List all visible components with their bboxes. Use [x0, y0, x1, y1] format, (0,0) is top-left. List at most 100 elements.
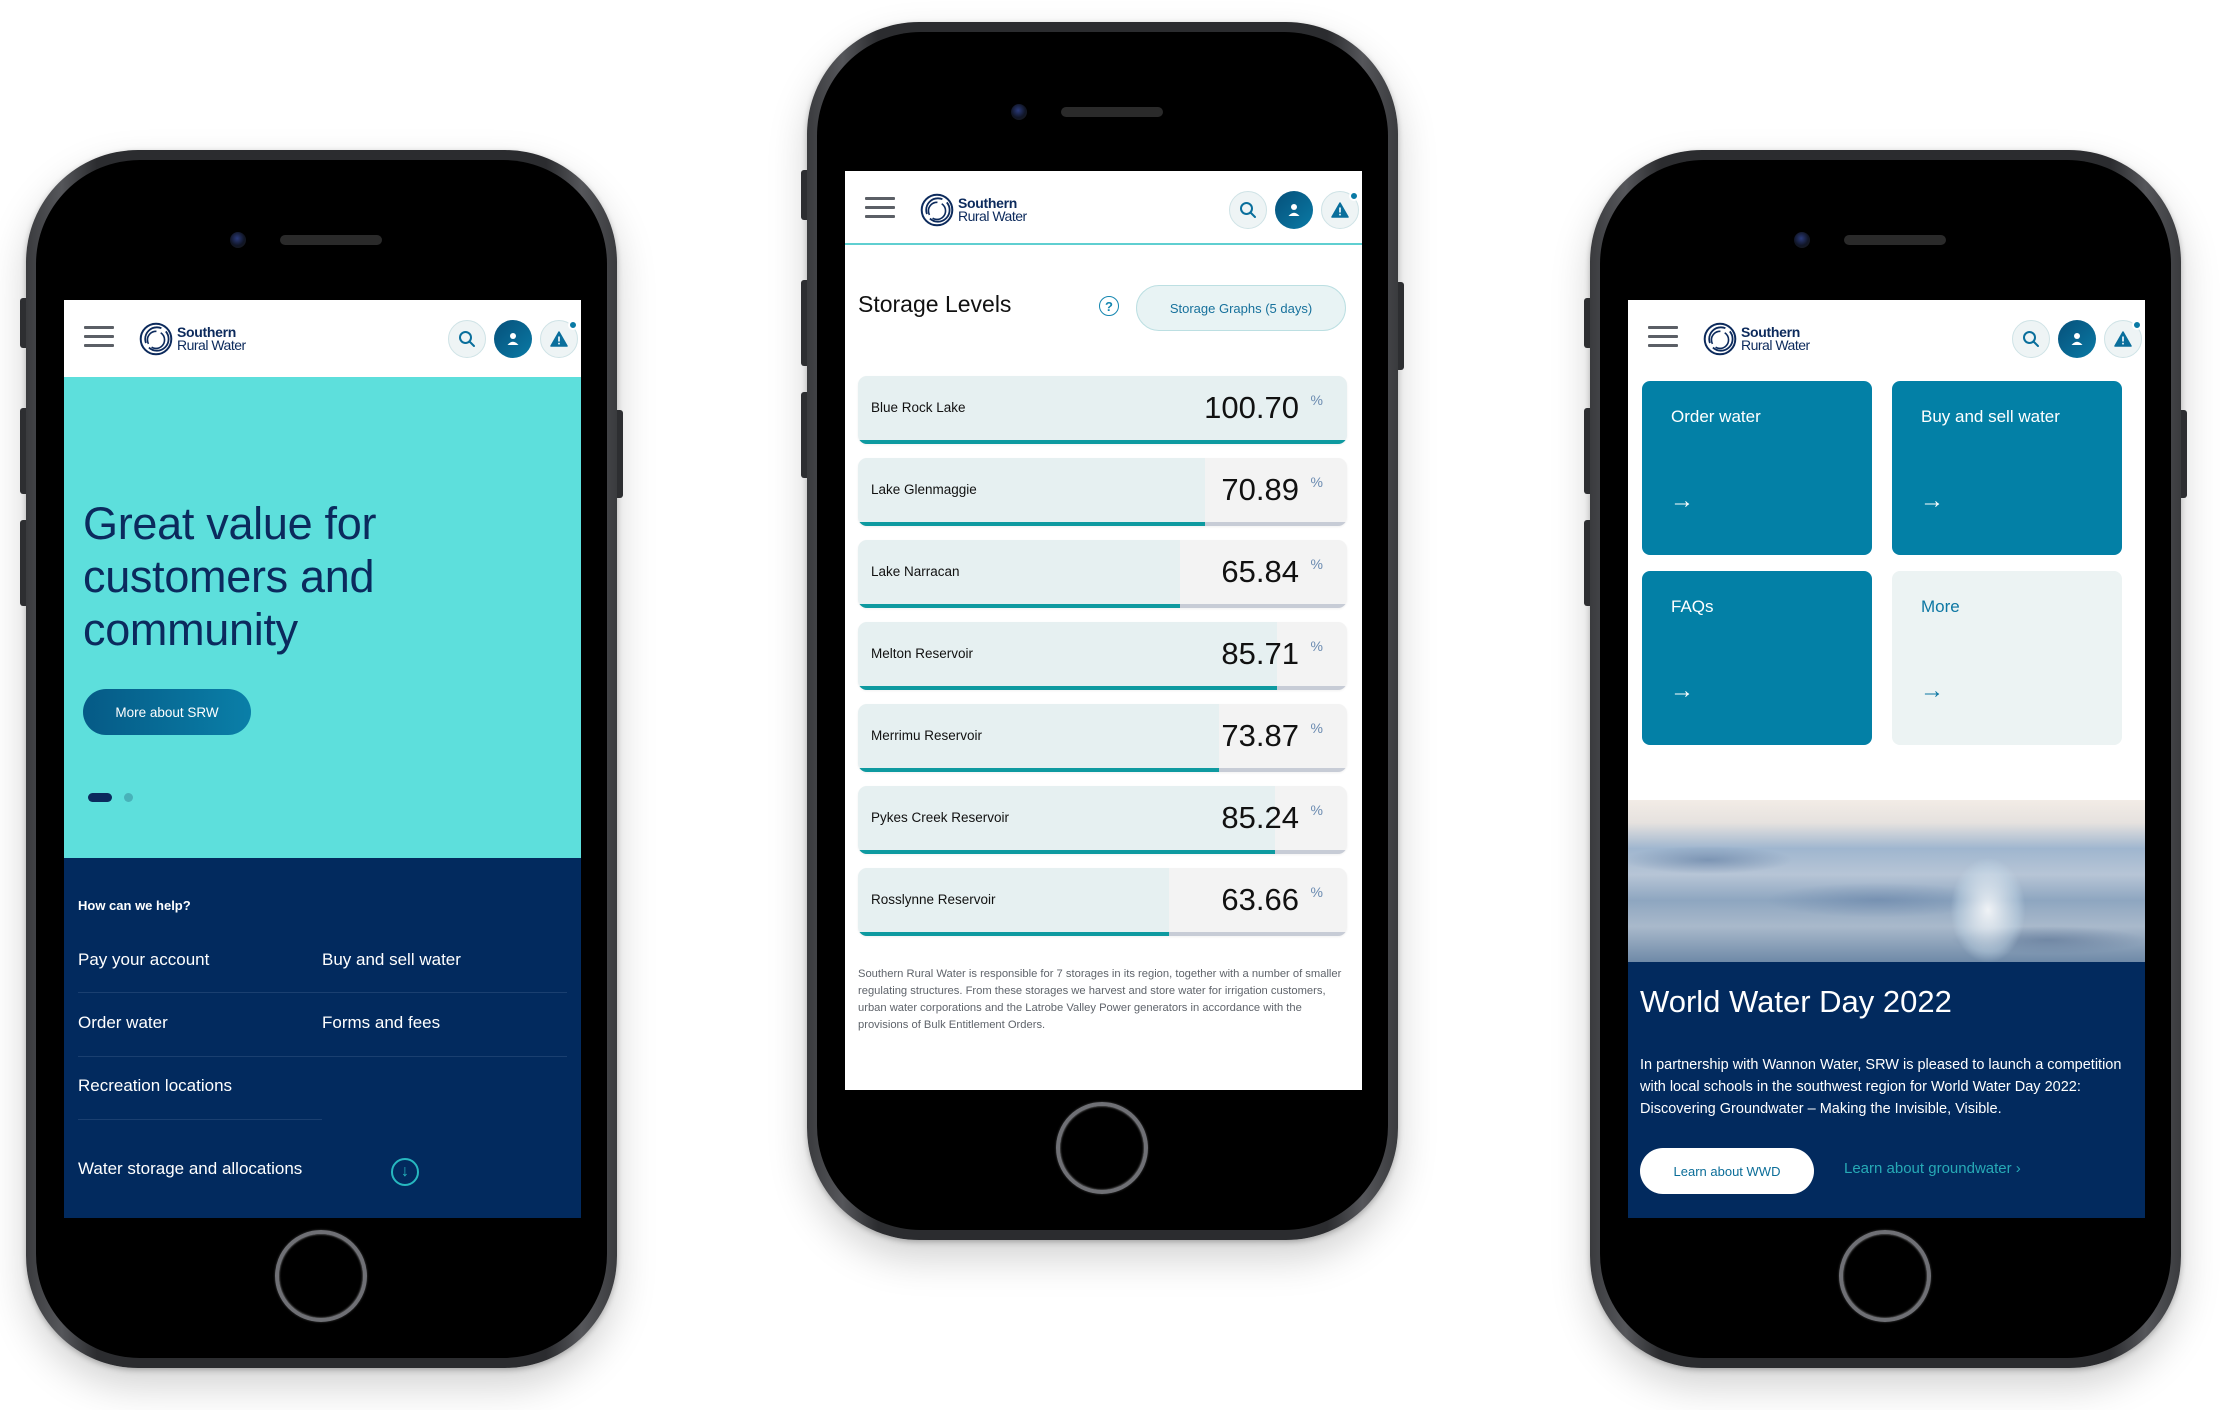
- level-bar: [858, 768, 1220, 772]
- volume-down-button: [1584, 520, 1590, 606]
- power-button: [617, 410, 623, 498]
- screen-services: Southern Rural Water Order water → Buy a…: [1628, 300, 2145, 1218]
- tile-label: More: [1921, 597, 1960, 616]
- srw-logo[interactable]: Southern Rural Water: [1702, 320, 1810, 358]
- tile-faqs[interactable]: FAQs →: [1642, 571, 1872, 745]
- home-button[interactable]: [1839, 1230, 1931, 1322]
- screen-home: Southern Rural Water Great value for cus…: [64, 300, 581, 1218]
- power-button: [2181, 410, 2187, 498]
- front-camera: [1794, 232, 1810, 248]
- hero-title: Great value for customers and community: [83, 498, 377, 655]
- warning-icon: [550, 331, 568, 347]
- srw-logo[interactable]: Southern Rural Water: [138, 320, 246, 358]
- help-link-pay-account[interactable]: Pay your account: [78, 950, 209, 970]
- search-icon: [1240, 202, 1256, 218]
- search-button[interactable]: [2012, 320, 2050, 358]
- help-link-buy-sell-water[interactable]: Buy and sell water: [322, 950, 461, 970]
- storage-name: Rosslynne Reservoir: [871, 892, 996, 907]
- hamburger-menu-button[interactable]: [1648, 326, 1678, 348]
- tile-more[interactable]: More →: [1892, 571, 2122, 745]
- tile-buy-sell-water[interactable]: Buy and sell water →: [1892, 381, 2122, 555]
- percent-unit: %: [1310, 720, 1323, 736]
- storage-value: 85.71: [1221, 636, 1299, 671]
- level-bar: [858, 850, 1275, 854]
- arrow-right-icon: →: [1920, 487, 1944, 514]
- percent-unit: %: [1310, 474, 1323, 490]
- storage-row[interactable]: Pykes Creek Reservoir 85.24%: [858, 786, 1347, 854]
- hero-banner: Great value for customers and community …: [64, 377, 581, 858]
- alerts-button[interactable]: [1321, 191, 1359, 229]
- storage-row[interactable]: Merrimu Reservoir 73.87%: [858, 704, 1347, 772]
- percent-unit: %: [1310, 392, 1323, 408]
- storage-value: 73.87: [1221, 718, 1299, 753]
- volume-up-button: [801, 280, 807, 366]
- storage-graphs-button[interactable]: Storage Graphs (5 days): [1136, 285, 1346, 331]
- storage-value: 63.66: [1221, 882, 1299, 917]
- level-bar: [858, 522, 1205, 526]
- srw-logo[interactable]: Southern Rural Water: [919, 191, 1027, 229]
- carousel-dot-active[interactable]: [88, 793, 112, 802]
- storage-row[interactable]: Rosslynne Reservoir 63.66%: [858, 868, 1347, 936]
- storage-row[interactable]: Melton Reservoir 85.71%: [858, 622, 1347, 690]
- storage-description: Southern Rural Water is responsible for …: [858, 968, 1342, 1031]
- tile-order-water[interactable]: Order water →: [1642, 381, 1872, 555]
- storage-row[interactable]: Blue Rock Lake 100.70%: [858, 376, 1347, 444]
- help-link-recreation[interactable]: Recreation locations: [78, 1076, 232, 1096]
- volume-up-button: [1584, 408, 1590, 494]
- srw-logo-icon: [1703, 322, 1737, 356]
- storage-name: Lake Narracan: [871, 564, 960, 579]
- search-button[interactable]: [448, 320, 486, 358]
- hamburger-menu-button[interactable]: [865, 197, 895, 219]
- notification-dot: [1349, 191, 1359, 201]
- percent-unit: %: [1310, 556, 1323, 572]
- tile-label: FAQs: [1671, 597, 1714, 616]
- water-storage-allocations-link[interactable]: Water storage and allocations: [78, 1159, 302, 1179]
- carousel-dot[interactable]: [124, 793, 133, 802]
- alerts-button[interactable]: [2104, 320, 2142, 358]
- help-title: How can we help?: [78, 898, 191, 913]
- phone-services: Southern Rural Water Order water → Buy a…: [1584, 150, 2187, 1368]
- arrow-down-circle-icon[interactable]: ↓: [391, 1158, 419, 1186]
- storage-levels-title: Storage Levels: [858, 291, 1012, 317]
- help-link-forms-fees[interactable]: Forms and fees: [322, 1013, 440, 1033]
- home-button[interactable]: [1056, 1102, 1148, 1194]
- notification-dot: [568, 320, 578, 330]
- feature-title: World Water Day 2022: [1640, 984, 1952, 1019]
- srw-logo-icon: [920, 193, 954, 227]
- storage-name: Pykes Creek Reservoir: [871, 810, 1010, 825]
- search-icon: [2023, 331, 2039, 347]
- volume-down-button: [801, 392, 807, 478]
- search-button[interactable]: [1229, 191, 1267, 229]
- alerts-button[interactable]: [540, 320, 578, 358]
- divider: [78, 1119, 322, 1120]
- site-header: Southern Rural Water: [845, 171, 1362, 245]
- hamburger-menu-button[interactable]: [84, 326, 114, 348]
- help-link-order-water[interactable]: Order water: [78, 1013, 168, 1033]
- logo-line2: Rural Water: [958, 208, 1027, 224]
- power-button: [1398, 282, 1404, 370]
- level-bar: [858, 604, 1180, 608]
- phone-home: Southern Rural Water Great value for cus…: [20, 150, 623, 1368]
- account-button[interactable]: [2058, 320, 2096, 358]
- notification-dot: [2132, 320, 2142, 330]
- account-button[interactable]: [494, 320, 532, 358]
- site-header: Southern Rural Water: [1628, 300, 2145, 377]
- search-icon: [459, 331, 475, 347]
- water-splash-image: [1628, 800, 2145, 962]
- storage-name: Blue Rock Lake: [871, 400, 966, 415]
- learn-about-wwd-button[interactable]: Learn about WWD: [1640, 1148, 1814, 1194]
- more-about-srw-button[interactable]: More about SRW: [83, 689, 251, 735]
- account-button[interactable]: [1275, 191, 1313, 229]
- screen-storage: Southern Rural Water Storage Levels ? St…: [845, 171, 1362, 1090]
- warning-icon: [1331, 202, 1349, 218]
- percent-unit: %: [1310, 884, 1323, 900]
- question-circle-icon[interactable]: ?: [1099, 296, 1119, 316]
- home-button[interactable]: [275, 1230, 367, 1322]
- volume-down-button: [20, 520, 26, 606]
- storage-row[interactable]: Lake Narracan 65.84%: [858, 540, 1347, 608]
- arrow-right-icon: →: [1670, 487, 1694, 514]
- storage-row[interactable]: Lake Glenmaggie 70.89%: [858, 458, 1347, 526]
- divider: [78, 1056, 567, 1057]
- front-camera: [230, 232, 246, 248]
- learn-about-groundwater-link[interactable]: Learn about groundwater ›: [1844, 1160, 2021, 1177]
